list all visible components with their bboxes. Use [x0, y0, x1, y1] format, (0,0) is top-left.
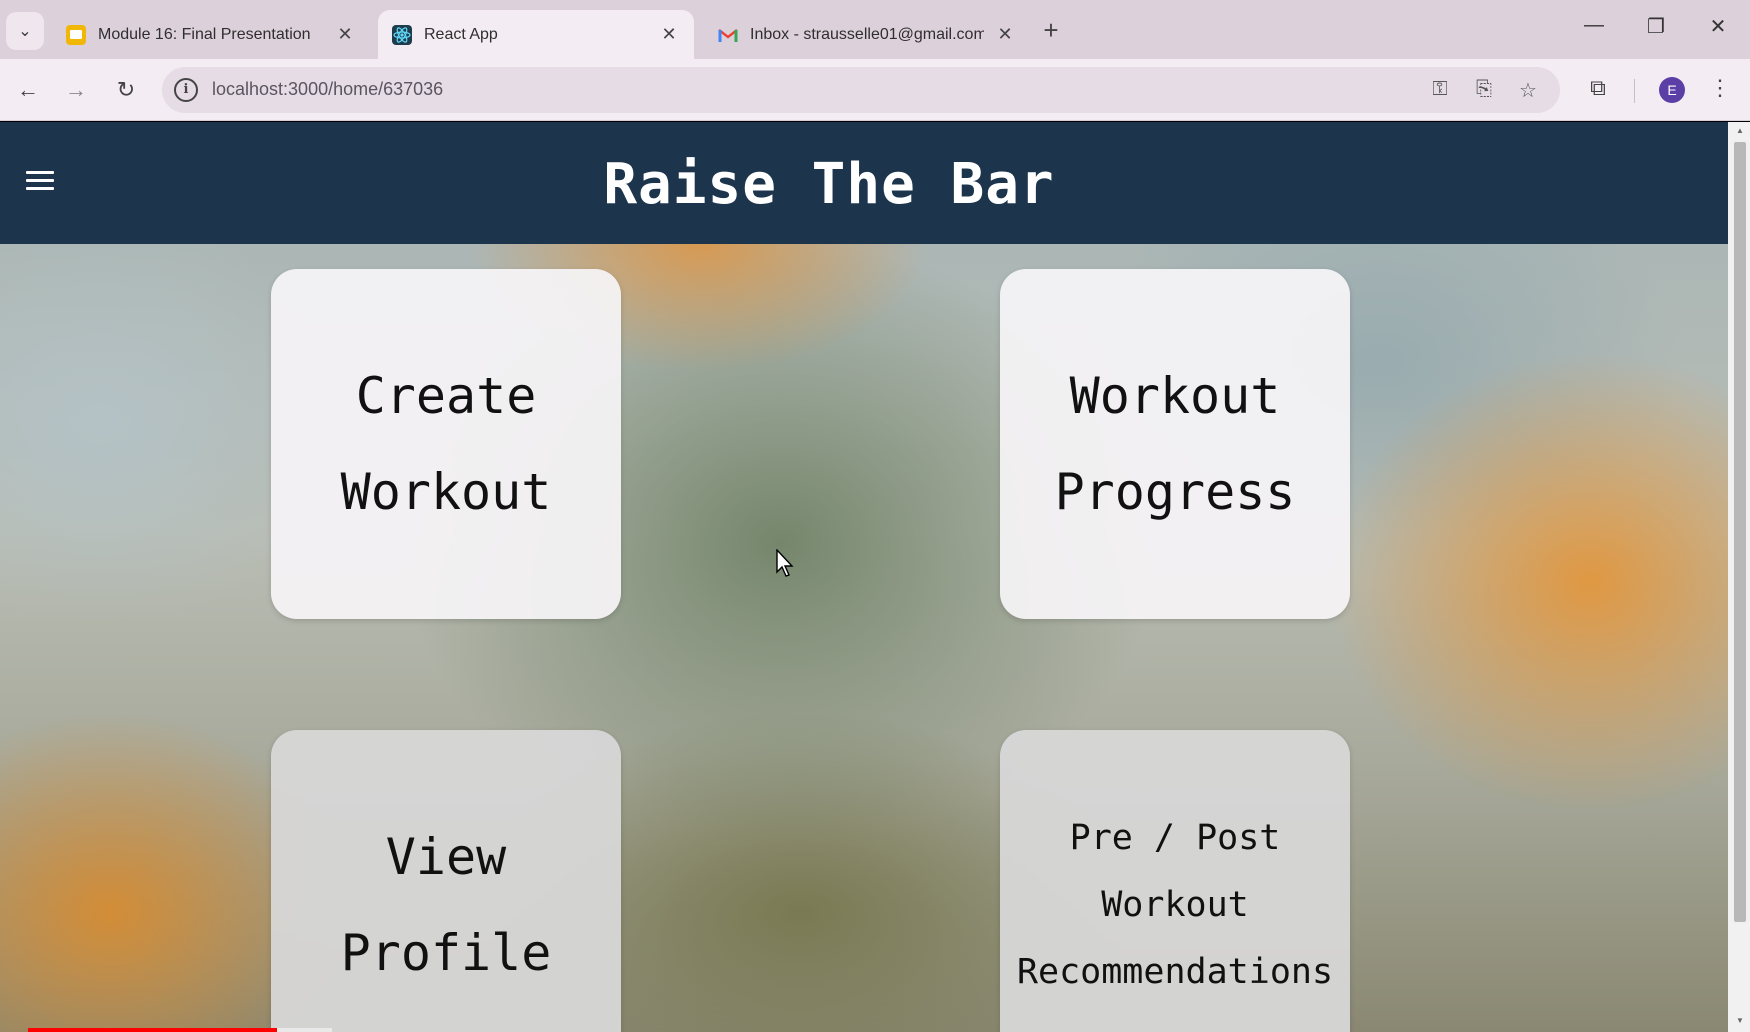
url-text[interactable]: localhost:3000/home/637036	[212, 79, 443, 100]
toolbar-divider	[1634, 79, 1635, 103]
site-info-icon[interactable]: i	[174, 78, 198, 102]
bookmark-star-icon[interactable]: ☆	[1514, 78, 1542, 103]
video-progress-bar[interactable]	[28, 1028, 277, 1032]
chevron-down-icon: ⌄	[18, 23, 32, 40]
gmail-icon	[718, 25, 738, 45]
react-icon	[392, 24, 412, 45]
page-scrollbar[interactable]: ▲ ▼	[1728, 122, 1750, 1032]
minimize-icon[interactable]: —	[1574, 14, 1614, 37]
close-icon[interactable]: ✕	[658, 24, 680, 45]
tab-module-16[interactable]: Module 16: Final Presentation ✕	[52, 10, 370, 59]
page-viewport: Raise The Bar Create Workout Workout Pro…	[0, 122, 1728, 1032]
card-label-line: Workout	[340, 463, 552, 521]
address-bar[interactable]: i localhost:3000/home/637036 ⚿ ⎘ ☆	[162, 67, 1560, 113]
tab-title: Inbox - strausselle01@gmail.com	[750, 25, 984, 43]
slides-icon	[66, 24, 86, 45]
close-icon[interactable]: ✕	[334, 24, 356, 45]
profile-avatar[interactable]: E	[1659, 77, 1685, 103]
card-label-line: Profile	[340, 924, 552, 982]
tab-search-button[interactable]: ⌄	[6, 12, 44, 50]
scroll-up-arrow-icon[interactable]: ▲	[1734, 126, 1746, 135]
extensions-icon[interactable]: ⧉	[1582, 75, 1614, 101]
tab-title: React App	[424, 25, 498, 43]
view-profile-card[interactable]: View Profile	[271, 730, 621, 1032]
new-tab-button[interactable]: +	[1036, 15, 1066, 46]
card-label-line: View	[385, 828, 507, 886]
card-label-line: Recommendations	[1016, 951, 1334, 992]
close-icon[interactable]: ✕	[994, 24, 1016, 45]
recommendations-card[interactable]: Pre / Post Workout Recommendations	[1000, 730, 1350, 1032]
app-title: Raise The Bar	[603, 152, 1055, 217]
card-label-line: Create	[355, 367, 537, 425]
tab-inbox[interactable]: Inbox - strausselle01@gmail.com ✕	[704, 10, 1030, 59]
more-menu-icon[interactable]: ⋮	[1704, 75, 1736, 101]
restore-icon[interactable]: ❐	[1636, 14, 1676, 39]
scroll-down-arrow-icon[interactable]: ▼	[1734, 1016, 1746, 1025]
tab-title: Module 16: Final Presentation	[98, 25, 311, 43]
card-label-line: Workout	[1101, 884, 1249, 925]
card-label-line: Progress	[1054, 463, 1296, 521]
workout-progress-card[interactable]: Workout Progress	[1000, 269, 1350, 619]
forward-arrow-icon[interactable]: →	[60, 75, 92, 107]
password-key-icon[interactable]: ⚿	[1426, 78, 1454, 101]
back-arrow-icon[interactable]: ←	[12, 75, 44, 107]
video-buffer-bar	[277, 1028, 332, 1032]
card-label-line: Pre / Post	[1069, 817, 1281, 858]
browser-toolbar: ← → ↻ i localhost:3000/home/637036 ⚿ ⎘ ☆…	[0, 59, 1750, 121]
scroll-thumb[interactable]	[1734, 142, 1746, 922]
tab-react-app[interactable]: React App ✕	[378, 10, 694, 59]
window-close-icon[interactable]: ✕	[1698, 14, 1738, 39]
install-app-icon[interactable]: ⎘	[1470, 78, 1498, 101]
tab-strip: ⌄ Module 16: Final Presentation ✕ React …	[0, 0, 1750, 59]
create-workout-card[interactable]: Create Workout	[271, 269, 621, 619]
reload-icon[interactable]: ↻	[110, 75, 142, 107]
mouse-cursor-icon	[776, 549, 794, 577]
card-label-line: Workout	[1069, 367, 1281, 425]
app-header: Raise The Bar	[0, 122, 1728, 244]
